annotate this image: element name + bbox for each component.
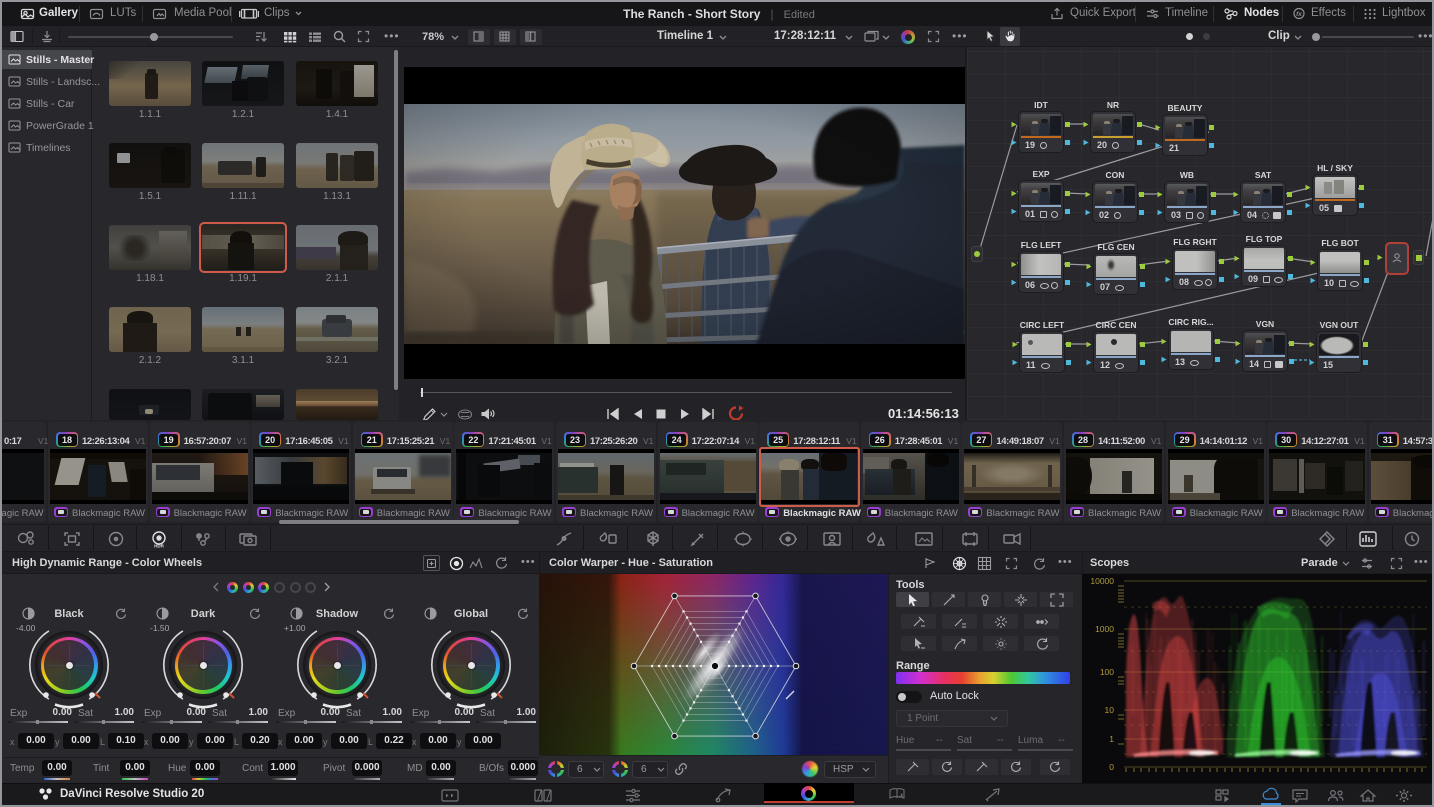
svg-text:10000: 10000	[1090, 576, 1114, 586]
svg-text:10: 10	[1105, 705, 1115, 715]
svg-text:1: 1	[1109, 734, 1114, 744]
svg-text:100: 100	[1100, 667, 1114, 677]
svg-text:0: 0	[1109, 762, 1114, 772]
svg-text:HDR: HDR	[154, 544, 164, 549]
svg-text:1000: 1000	[1095, 624, 1114, 634]
